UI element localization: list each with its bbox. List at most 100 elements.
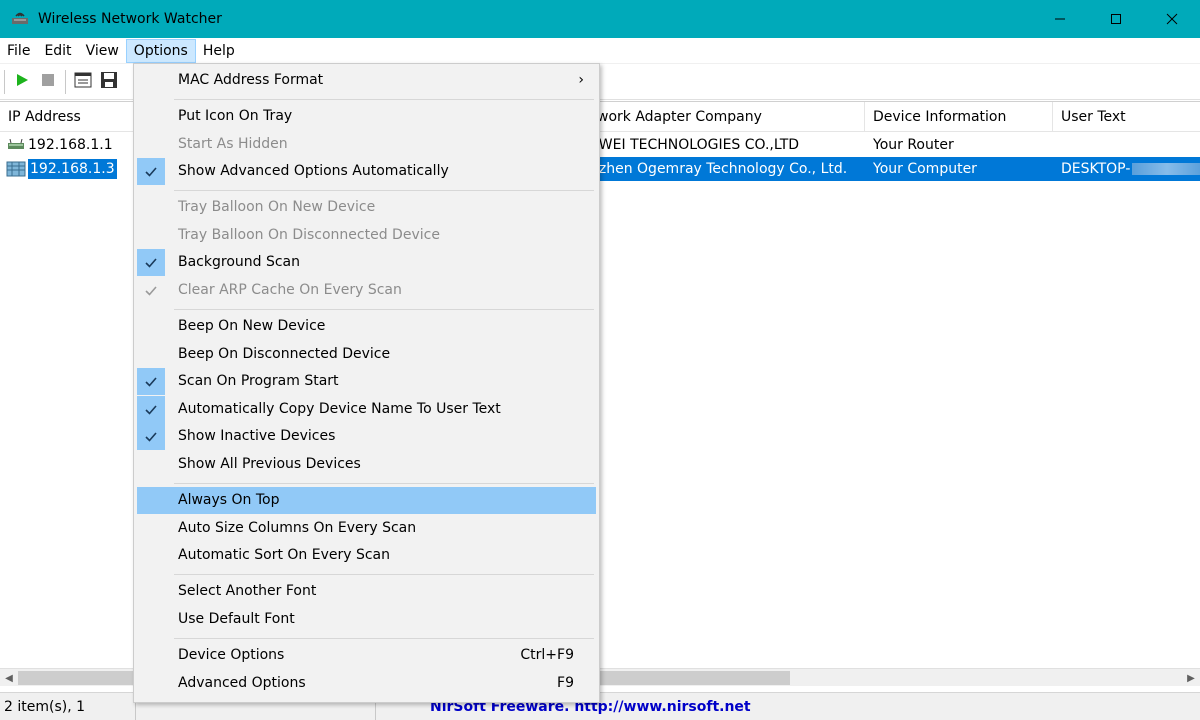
stop-scan-button[interactable]	[35, 69, 61, 95]
cell-company: nzhen Ogemray Technology Co., Ltd.	[590, 157, 865, 181]
computer-icon	[6, 160, 26, 178]
menu-label: MAC Address Format	[178, 72, 324, 88]
scroll-right-icon[interactable]: ▶	[1182, 669, 1200, 687]
cell-ip: 192.168.1.1	[0, 133, 135, 157]
menu-label: Auto Size Columns On Every Scan	[178, 520, 417, 536]
checkmark-icon	[137, 368, 165, 395]
checkmark-icon	[137, 277, 165, 304]
menu-use-default-font[interactable]: Use Default Font	[137, 606, 596, 633]
cell-company: AWEI TECHNOLOGIES CO.,LTD	[590, 137, 800, 153]
menu-label: Show Advanced Options Automatically	[178, 163, 449, 179]
menu-show-all-previous-devices[interactable]: Show All Previous Devices	[137, 451, 596, 478]
menu-view[interactable]: View	[79, 39, 126, 63]
window-title: Wireless Network Watcher	[38, 11, 222, 27]
menu-label: Tray Balloon On New Device	[178, 199, 376, 215]
menu-separator	[174, 190, 594, 191]
cell-device-info: Your Computer	[865, 157, 1053, 181]
menu-options[interactable]: Options	[125, 38, 196, 63]
column-adapter-company-label: work Adapter Company	[597, 109, 762, 125]
checkmark-icon	[137, 158, 165, 185]
checkmark-icon	[137, 396, 165, 423]
menu-separator	[174, 483, 594, 484]
chevron-right-icon: ›	[578, 72, 584, 88]
ip-text: 192.168.1.3	[28, 159, 117, 179]
menu-auto-size-columns[interactable]: Auto Size Columns On Every Scan	[137, 515, 596, 542]
options-menu: MAC Address Format › Put Icon On Tray St…	[133, 63, 600, 703]
menu-separator	[174, 574, 594, 575]
menu-advanced-options[interactable]: Advanced Options F9	[137, 670, 596, 697]
toolbar-separator	[65, 69, 66, 94]
menu-label: Device Options	[178, 647, 285, 663]
title-bar: Wireless Network Watcher	[0, 0, 1200, 38]
app-icon[interactable]	[8, 7, 32, 31]
menu-label: Beep On Disconnected Device	[178, 346, 391, 362]
maximize-button[interactable]	[1088, 0, 1144, 38]
properties-button[interactable]	[70, 69, 96, 95]
ip-text: 192.168.1.1	[28, 137, 113, 153]
menu-put-icon-on-tray[interactable]: Put Icon On Tray	[137, 103, 596, 130]
cell-ip: 192.168.1.3	[0, 157, 135, 181]
column-device-information[interactable]: Device Information	[865, 102, 1053, 132]
cell-user-text	[1053, 133, 1200, 157]
menu-shortcut: Ctrl+F9	[520, 647, 574, 663]
menu-scan-on-program-start[interactable]: Scan On Program Start	[137, 368, 596, 395]
menu-file[interactable]: File	[0, 39, 37, 63]
menu-start-as-hidden: Start As Hidden	[137, 131, 596, 158]
menu-label: Tray Balloon On Disconnected Device	[178, 227, 440, 243]
menu-auto-copy-device-name[interactable]: Automatically Copy Device Name To User T…	[137, 396, 596, 423]
menu-device-options[interactable]: Device Options Ctrl+F9	[137, 642, 596, 669]
resize-grip[interactable]	[1180, 693, 1200, 720]
save-button[interactable]	[96, 69, 122, 95]
window-icon	[74, 72, 92, 92]
menu-label: Show Inactive Devices	[178, 428, 336, 444]
play-icon	[15, 73, 29, 91]
status-count: 2 item(s), 1 Selected	[0, 692, 136, 720]
scroll-left-icon[interactable]: ◀	[0, 669, 18, 687]
menu-label: Clear ARP Cache On Every Scan	[178, 282, 402, 298]
cell-user-text: DESKTOP-	[1053, 157, 1200, 181]
start-scan-button[interactable]	[9, 69, 35, 95]
menu-label: Automatic Sort On Every Scan	[178, 547, 391, 563]
menu-label: Always On Top	[178, 492, 280, 508]
column-adapter-company[interactable]: work Adapter Company	[590, 102, 865, 132]
menu-always-on-top[interactable]: Always On Top	[137, 487, 596, 514]
column-ip-address[interactable]: IP Address	[0, 102, 135, 132]
menu-tray-balloon-disconnected: Tray Balloon On Disconnected Device	[137, 222, 596, 249]
menu-label: Beep On New Device	[178, 318, 326, 334]
menu-clear-arp-cache: Clear ARP Cache On Every Scan	[137, 277, 596, 304]
close-button[interactable]	[1144, 0, 1200, 38]
menu-show-inactive-devices[interactable]: Show Inactive Devices	[137, 423, 596, 450]
checkmark-icon	[137, 249, 165, 276]
menu-label: Put Icon On Tray	[178, 108, 293, 124]
menu-label: Show All Previous Devices	[178, 456, 361, 472]
menu-label: Background Scan	[178, 254, 301, 270]
menu-tray-balloon-new: Tray Balloon On New Device	[137, 194, 596, 221]
menu-mac-address-format[interactable]: MAC Address Format ›	[137, 67, 596, 94]
minimize-button[interactable]	[1032, 0, 1088, 38]
menu-shortcut: F9	[557, 675, 574, 691]
cell-device-info: Your Router	[873, 137, 954, 153]
toolbar-separator	[4, 69, 5, 94]
menu-select-another-font[interactable]: Select Another Font	[137, 578, 596, 605]
blurred-text	[1132, 163, 1200, 175]
menu-beep-disconnected-device[interactable]: Beep On Disconnected Device	[137, 341, 596, 368]
column-user-text[interactable]: User Text	[1053, 102, 1200, 132]
router-icon	[6, 136, 26, 154]
menu-separator	[174, 638, 594, 639]
menu-beep-new-device[interactable]: Beep On New Device	[137, 313, 596, 340]
menu-bar: File Edit View Options Help	[0, 38, 1200, 64]
user-text-value: DESKTOP-	[1061, 161, 1131, 177]
menu-label: Use Default Font	[178, 611, 295, 627]
menu-help[interactable]: Help	[196, 39, 242, 63]
menu-label: Select Another Font	[178, 583, 317, 599]
menu-show-advanced-options[interactable]: Show Advanced Options Automatically	[137, 158, 596, 185]
menu-background-scan[interactable]: Background Scan	[137, 249, 596, 276]
menu-automatic-sort[interactable]: Automatic Sort On Every Scan	[137, 542, 596, 569]
stop-icon	[41, 73, 55, 91]
menu-label: Start As Hidden	[178, 136, 288, 152]
menu-separator	[174, 99, 594, 100]
menu-label: Advanced Options	[178, 675, 306, 691]
checkmark-icon	[137, 423, 165, 450]
menu-label: Automatically Copy Device Name To User T…	[178, 401, 501, 417]
menu-edit[interactable]: Edit	[37, 39, 78, 63]
